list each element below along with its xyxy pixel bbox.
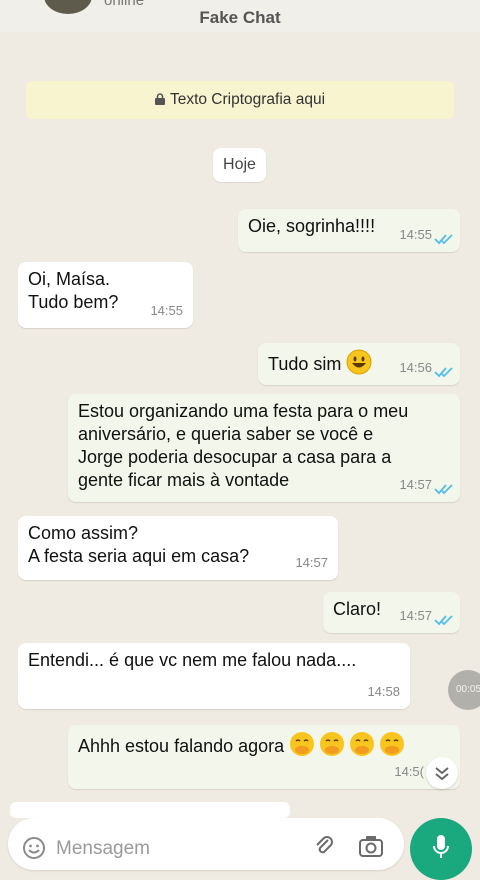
mic-icon [433,835,449,858]
message-text: aniversário, e queria saber se você e [78,424,374,444]
message-time: 14:56 [399,360,432,375]
double-check-icon [434,234,453,245]
message-bubble-incoming[interactable]: Como assim? A festa seria aqui em casa? … [18,516,338,580]
smile-emoji-icon [346,349,372,375]
message-bubble-outgoing[interactable]: Tudo sim 14:56 [258,343,460,385]
message-input[interactable]: Mensagem [56,838,150,860]
message-time: 14:57 [399,477,432,492]
message-bubble-outgoing[interactable]: Claro! 14:57 [323,592,460,633]
camera-icon[interactable] [358,834,384,858]
message-input-bar[interactable]: Mensagem [8,818,404,870]
message-text: Estou organizando uma festa para o meu [78,401,409,421]
message-text: Jorge poderia desocupar a casa para a [78,447,392,467]
message-bubble-outgoing[interactable]: Estou organizando uma festa para o meu a… [68,394,460,502]
encryption-banner[interactable]: Texto Criptografia aqui [26,81,454,119]
message-time: 14:57 [295,555,328,570]
message-time: 14:55 [399,227,432,242]
message-bubble-incoming[interactable]: Entendi... é que vc nem me falou nada...… [18,643,410,709]
mic-button[interactable] [410,818,472,880]
emoji-icon[interactable] [22,836,46,860]
double-check-icon [434,484,453,495]
message-text: Claro! [333,599,382,619]
message-bubble-outgoing[interactable]: Oie, sogrinha!!!! 14:55 [238,209,460,252]
message-time: 14:5( [394,764,424,779]
encryption-text: Texto Criptografia aqui [169,91,326,108]
audio-duration-badge[interactable]: 00:05 [448,670,480,710]
message-text: gente ficar mais à vontade [78,470,290,490]
hand-over-mouth-emoji-icon [290,732,405,756]
chevron-double-down-icon [435,767,449,781]
message-text: Oi, Maísa. [28,269,111,289]
chat-title[interactable]: Fake Chat [0,8,480,28]
message-text: Oie, sogrinha!!!! [248,216,376,236]
message-time: 14:57 [399,608,432,623]
scroll-to-bottom-button[interactable] [426,757,458,789]
double-check-icon [434,367,453,378]
message-bubble-outgoing[interactable]: Ahhh estou falando agora 14:5( [68,725,460,789]
message-text: A festa seria aqui em casa? [28,546,250,566]
message-time: 14:58 [367,684,400,699]
message-text: Ahhh estou falando agora [78,736,285,756]
message-time: 14:55 [150,303,183,318]
attach-icon[interactable] [312,834,336,858]
message-text: Como assim? [28,523,139,543]
partial-message-bubble [10,802,290,818]
double-check-icon [434,615,453,626]
message-bubble-incoming[interactable]: Oi, Maísa. Tudo bem? 14:55 [18,262,193,328]
chat-header: online Fake Chat [0,0,480,32]
message-text: Entendi... é que vc nem me falou nada...… [28,650,357,670]
date-chip: Hoje [213,148,266,182]
message-text: Tudo sim [268,354,342,374]
lock-icon [154,93,165,105]
